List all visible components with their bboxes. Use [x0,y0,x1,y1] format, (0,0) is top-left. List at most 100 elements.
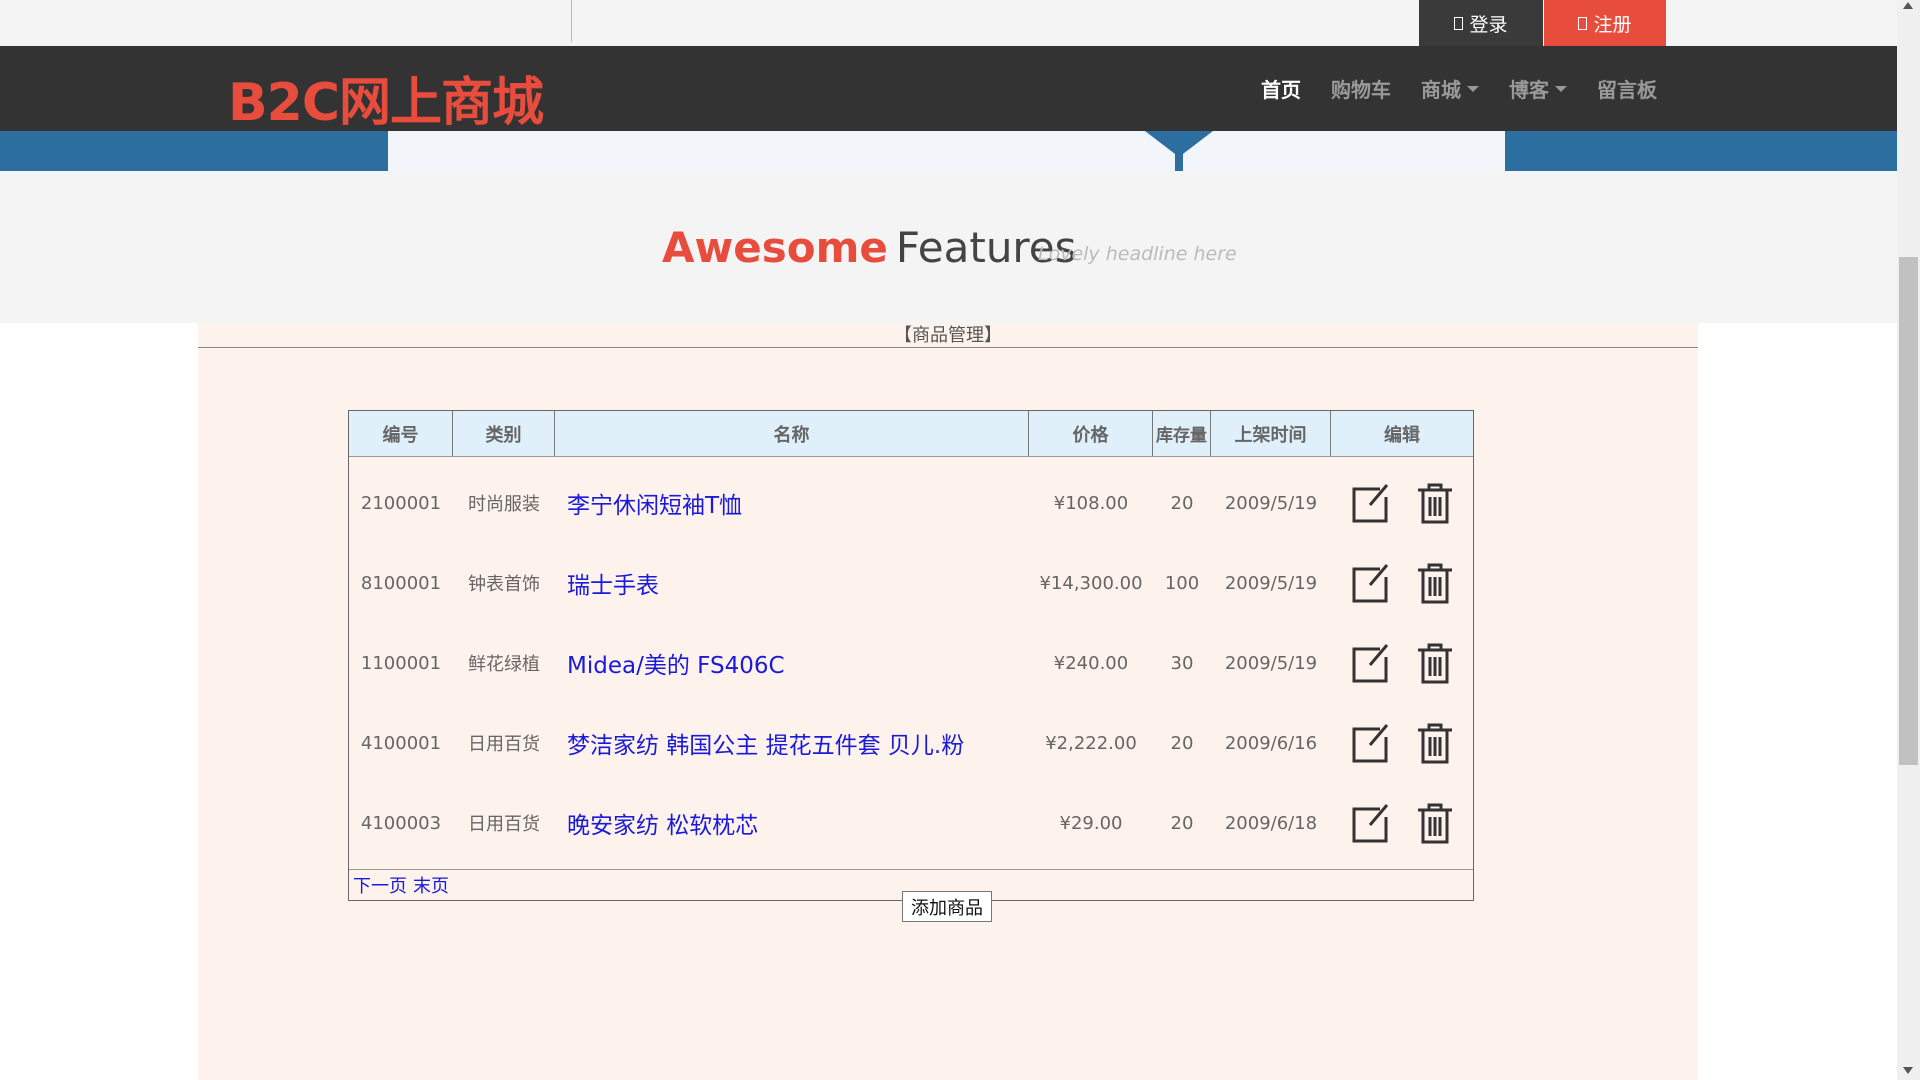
nav-item-label: 留言板 [1597,78,1657,102]
register-icon [1578,16,1588,30]
page-scrollbar[interactable] [1897,0,1920,1080]
column-header-stock: 库存量 [1153,411,1211,456]
cell-edit [1331,561,1473,605]
panel-divider [198,347,1698,348]
cell-category: 日用百货 [468,814,540,835]
top-bar: 登录 注册 [0,0,1897,46]
table-body: 2100001 时尚服装 李宁休闲短袖T恤 ¥108.00 20 2009/5/… [349,457,1473,869]
nav-item-label: 商城 [1421,78,1461,102]
features-section: Awesome Features Lovely headline here [0,171,1897,323]
product-name-link[interactable]: 瑞士手表 [555,566,1029,600]
column-header-id: 编号 [349,411,453,456]
nav-item-label: 购物车 [1331,78,1391,102]
banner-center [388,131,1505,171]
scroll-down-icon[interactable] [1903,1067,1913,1074]
cell-stock: 20 [1170,812,1194,834]
features-subtitle: Lovely headline here [1038,243,1237,265]
cell-date: 2009/5/19 [1224,492,1318,514]
product-name-link[interactable]: Midea/美的 FS406C [555,646,1029,680]
column-header-price: 价格 [1029,411,1153,456]
nav-item-blog[interactable]: 博客 [1509,74,1567,103]
column-header-name: 名称 [555,411,1029,456]
cell-price: ¥14,300.00 [1039,572,1143,594]
trash-icon [1417,563,1452,604]
cell-stock: 20 [1170,732,1194,754]
product-name-link[interactable]: 李宁休闲短袖T恤 [555,486,1029,520]
edit-button[interactable] [1350,561,1390,605]
table-header: 编号 类别 名称 价格 库存量 上架时间 编辑 [349,411,1473,457]
banner-image [0,131,1897,171]
nav-item-cart[interactable]: 购物车 [1331,74,1391,103]
trash-icon [1417,643,1452,684]
delete-button[interactable] [1415,801,1455,845]
table-row: 8100001 钟表首饰 瑞士手表 ¥14,300.00 100 2009/5/… [349,543,1473,623]
edit-button[interactable] [1350,641,1390,685]
cell-date: 2009/5/19 [1224,652,1318,674]
navbar: B2C网上商城 首页 购物车 商城 博客 留言板 [0,46,1897,133]
last-page-link[interactable]: 末页 [413,872,449,898]
nav-item-label: 博客 [1509,78,1549,102]
next-page-link[interactable]: 下一页 [353,872,407,898]
delete-button[interactable] [1415,721,1455,765]
cell-category: 鲜花绿植 [468,654,540,675]
add-goods-button[interactable]: 添加商品 [902,891,992,922]
nav-item-label: 首页 [1261,78,1301,102]
cell-category: 日用百货 [468,734,540,755]
cell-category: 钟表首饰 [468,574,540,595]
panel-title: 【商品管理】 [894,325,1002,346]
cell-id: 1100001 [360,652,442,674]
product-name-link[interactable]: 晚安家纺 松软枕芯 [555,806,1029,840]
delete-button[interactable] [1415,641,1455,685]
delete-button[interactable] [1415,481,1455,525]
edit-icon [1352,644,1388,683]
edit-button[interactable] [1350,721,1390,765]
cell-edit [1331,481,1473,525]
banner-shape [1175,149,1183,171]
site-logo[interactable]: B2C网上商城 [228,60,544,135]
cell-price: ¥29.00 [1059,812,1123,834]
login-button[interactable]: 登录 [1419,0,1543,46]
table-row: 1100001 鲜花绿植 Midea/美的 FS406C ¥240.00 30 … [349,623,1473,703]
cell-price: ¥2,222.00 [1045,732,1137,754]
features-title-highlight: Awesome [662,223,888,272]
trash-icon [1417,803,1452,844]
cell-edit [1331,721,1473,765]
cell-category: 时尚服装 [468,494,540,515]
cell-date: 2009/6/18 [1224,812,1318,834]
features-title: Awesome Features [662,223,1077,272]
login-icon [1454,16,1464,30]
cell-price: ¥108.00 [1053,492,1129,514]
caret-down-icon [1467,85,1479,92]
scroll-up-icon[interactable] [1903,2,1913,9]
table-row: 2100001 时尚服装 李宁休闲短袖T恤 ¥108.00 20 2009/5/… [349,463,1473,543]
caret-down-icon [1555,85,1567,92]
cell-date: 2009/6/16 [1224,732,1318,754]
cell-edit [1331,801,1473,845]
login-label: 登录 [1469,13,1508,36]
cell-id: 4100003 [360,812,442,834]
register-button[interactable]: 注册 [1544,0,1666,46]
scrollbar-thumb[interactable] [1899,257,1918,765]
edit-button[interactable] [1350,801,1390,845]
trash-icon [1417,483,1452,524]
edit-icon [1352,484,1388,523]
table-row: 4100001 日用百货 梦洁家纺 韩国公主 提花五件套 贝儿.粉 ¥2,222… [349,703,1473,783]
cell-price: ¥240.00 [1053,652,1129,674]
edit-icon [1352,724,1388,763]
trash-icon [1417,723,1452,764]
cell-id: 4100001 [360,732,442,754]
delete-button[interactable] [1415,561,1455,605]
table-row: 4100003 日用百货 晚安家纺 松软枕芯 ¥29.00 20 2009/6/… [349,783,1473,863]
edit-button[interactable] [1350,481,1390,525]
edit-icon [1352,564,1388,603]
main-nav: 首页 购物车 商城 博客 留言板 [1261,46,1657,131]
cell-id: 8100001 [360,572,442,594]
edit-icon [1352,804,1388,843]
nav-item-home[interactable]: 首页 [1261,74,1301,103]
top-bar-divider [571,0,572,42]
column-header-edit: 编辑 [1384,424,1420,446]
nav-item-mall[interactable]: 商城 [1421,74,1479,103]
cell-stock: 100 [1164,572,1200,594]
nav-item-guestbook[interactable]: 留言板 [1597,74,1657,103]
product-name-link[interactable]: 梦洁家纺 韩国公主 提花五件套 贝儿.粉 [555,726,1029,760]
